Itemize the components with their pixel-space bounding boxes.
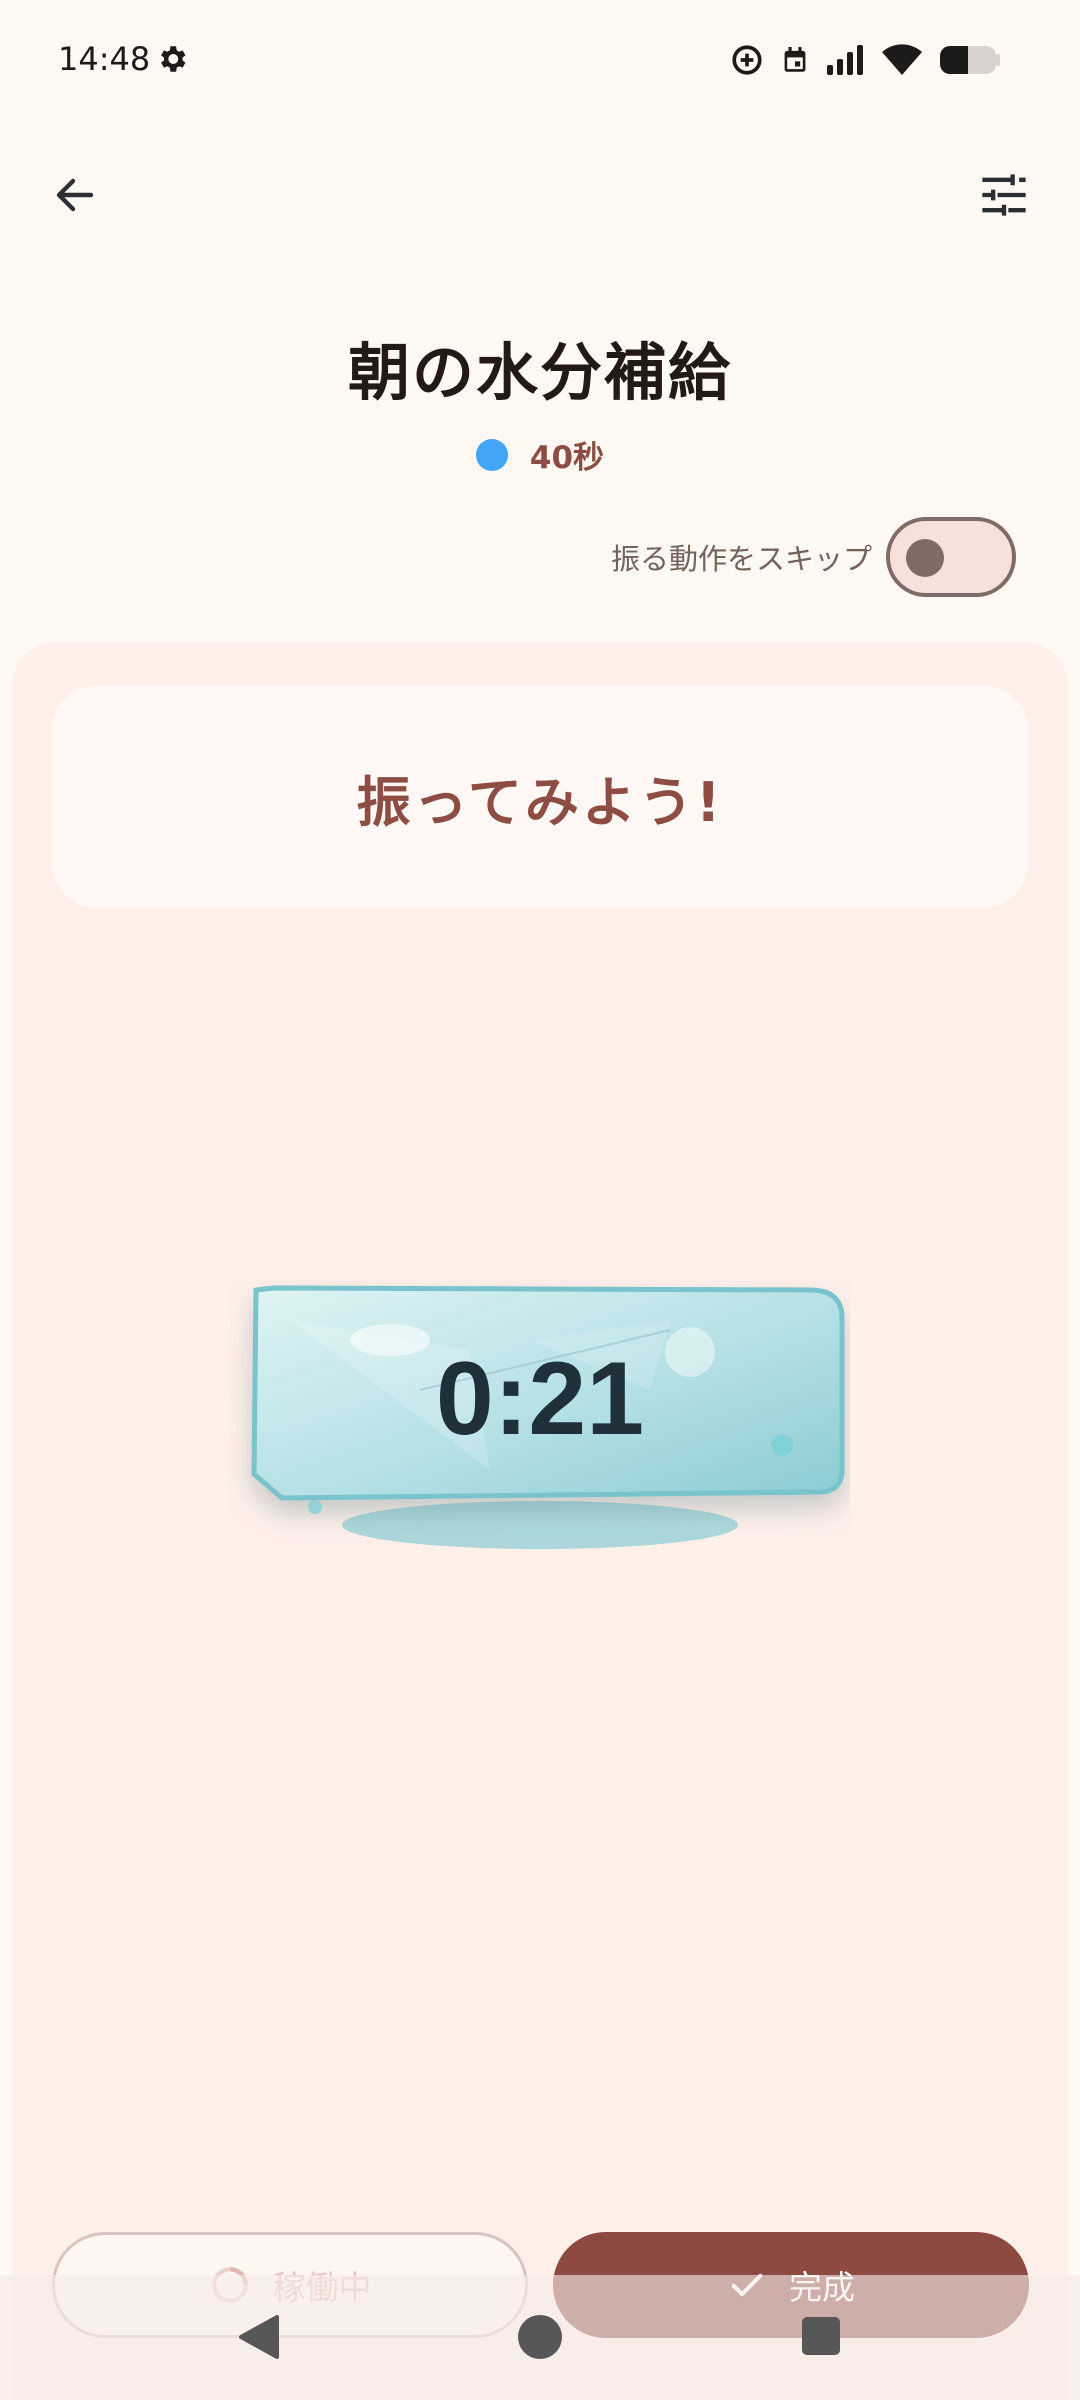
duration-row: 40秒 bbox=[0, 432, 1080, 477]
status-time: 14:48 bbox=[58, 40, 151, 78]
skip-shake-label: 振る動作をスキップ bbox=[610, 542, 872, 576]
skip-shake-toggle[interactable] bbox=[886, 517, 1016, 597]
wifi-icon bbox=[882, 44, 922, 75]
calendar-icon bbox=[784, 47, 806, 72]
back-button[interactable] bbox=[40, 160, 110, 230]
data-saver-icon bbox=[732, 45, 762, 75]
ice-block-timer: 0:21 bbox=[230, 1280, 850, 1560]
nav-recents-icon[interactable] bbox=[802, 2317, 840, 2355]
prompt-text: 振ってみよう! bbox=[356, 770, 724, 834]
screen: 14:48 朝の水分補給 40秒 振る動作をスキップ 振ってみよう! 0:21 bbox=[0, 0, 1080, 2400]
duration-label: 40秒 bbox=[529, 440, 605, 476]
tune-sliders-icon bbox=[982, 174, 1026, 216]
toggle-knob bbox=[906, 539, 944, 577]
arrow-left-icon bbox=[56, 178, 94, 212]
duration-color-dot bbox=[475, 438, 508, 471]
status-bar: 14:48 bbox=[0, 0, 1080, 120]
nav-home-icon[interactable] bbox=[518, 2315, 562, 2359]
page-title: 朝の水分補給 bbox=[347, 336, 732, 409]
system-nav-bar bbox=[0, 2275, 1080, 2400]
prompt-card: 振ってみよう! bbox=[52, 686, 1028, 908]
status-icons bbox=[730, 40, 1000, 80]
nav-back-icon[interactable] bbox=[237, 2315, 279, 2359]
skip-shake-row: 振る動作をスキップ bbox=[611, 515, 1016, 599]
gear-icon bbox=[161, 46, 186, 72]
timer-display: 0:21 bbox=[435, 1341, 645, 1457]
battery-icon bbox=[940, 46, 1000, 74]
signal-icon bbox=[827, 45, 863, 75]
tune-settings-button[interactable] bbox=[964, 155, 1044, 235]
